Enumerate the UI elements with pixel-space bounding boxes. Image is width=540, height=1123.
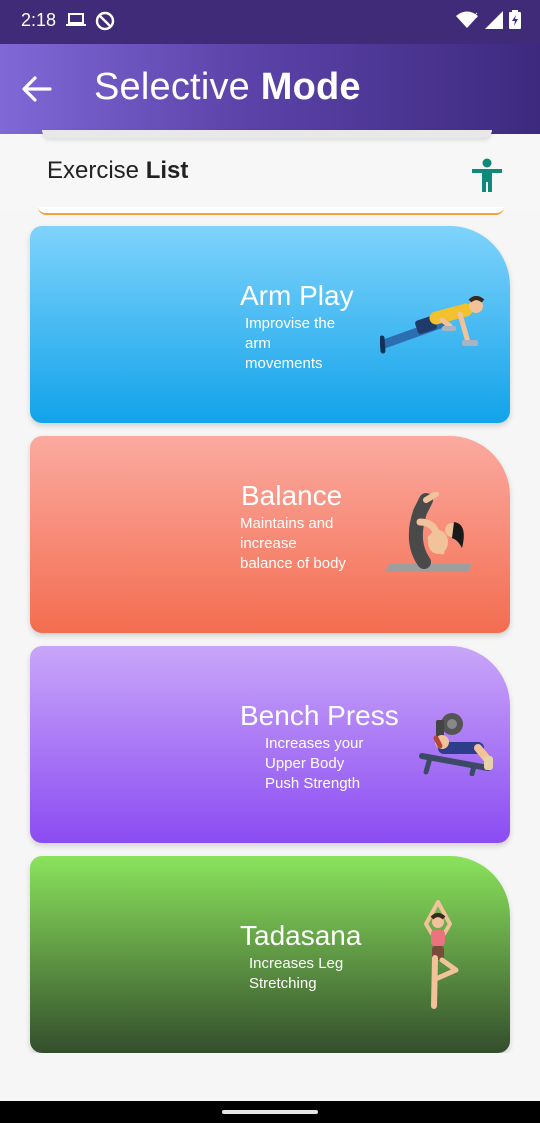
status-time: 2:18 <box>21 10 57 30</box>
header-divider <box>42 130 492 138</box>
back-button[interactable] <box>20 74 54 104</box>
app-bar: Selective Mode <box>0 44 540 134</box>
exercise-description: Increases your Upper Body Push Strength <box>265 735 364 792</box>
exercise-list-title-bold: List <box>145 157 189 184</box>
signal-icon <box>484 11 503 29</box>
navigation-bar <box>0 1101 540 1123</box>
exercise-list-title: Exercise List <box>47 157 188 185</box>
exercise-list-header: Exercise List <box>0 134 540 210</box>
wifi-icon: × <box>456 11 479 28</box>
exercise-card-arm-play[interactable]: Arm Play Improvise the arm movements <box>30 226 510 423</box>
battery-icon <box>509 10 521 29</box>
arm-play-illustration <box>380 296 485 354</box>
exercise-card-balance[interactable]: Balance Maintains and increase balance o… <box>30 436 510 633</box>
home-gesture-handle[interactable] <box>222 1110 318 1114</box>
bench-press-illustration <box>419 713 493 776</box>
exercise-title: Arm Play <box>240 280 354 311</box>
exercise-title: Bench Press <box>240 700 399 731</box>
tadasana-illustration <box>424 900 459 1009</box>
svg-text:×: × <box>471 11 479 21</box>
status-icons-right: × <box>455 10 522 35</box>
arrow-left-icon <box>22 76 52 102</box>
exercise-title: Tadasana <box>240 920 362 951</box>
exercise-description: Maintains and increase balance of body <box>240 515 346 572</box>
exercise-description: Increases Leg Stretching <box>249 955 344 992</box>
exercise-card-tadasana[interactable]: Tadasana Increases Leg Stretching <box>30 856 510 1053</box>
page-title-bold: Mode <box>260 66 361 108</box>
list-bottom-padding <box>0 1053 540 1101</box>
accessibility-icon <box>472 158 502 192</box>
exercise-description: Improvise the arm movements <box>245 315 336 372</box>
page-title: Selective Mode <box>94 66 361 109</box>
header-accent-line <box>38 207 504 215</box>
exercise-card-bench-press[interactable]: Bench Press Increases your Upper Body Pu… <box>30 646 510 843</box>
exercise-title: Balance <box>241 480 343 511</box>
laptop-icon <box>66 13 86 26</box>
accessibility-button[interactable] <box>470 158 504 194</box>
page-title-light: Selective <box>94 66 261 108</box>
dnd-icon <box>95 11 115 31</box>
status-bar: 2:18 × <box>0 0 540 44</box>
exercise-list-title-light: Exercise <box>47 157 146 184</box>
